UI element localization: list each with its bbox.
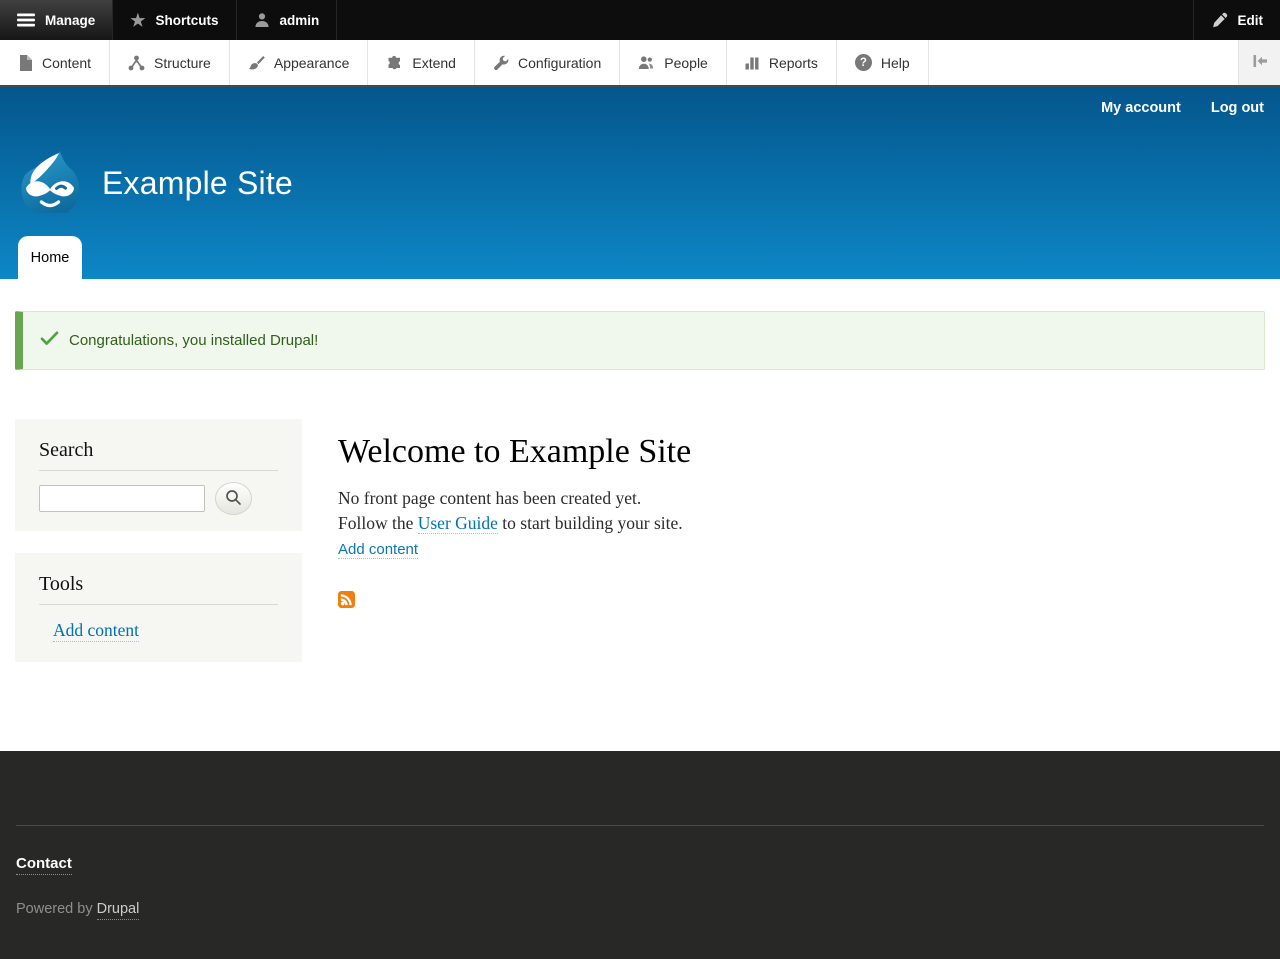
admin-toolbar: Manage ★ Shortcuts admin Edit: [0, 0, 1280, 40]
question-icon: ?: [854, 54, 872, 71]
secondary-menu: My account Log out: [1101, 100, 1264, 116]
powered-by: Powered by Drupal: [16, 901, 1264, 920]
tray-item-help[interactable]: ? Help: [837, 40, 929, 85]
contact-link[interactable]: Contact: [16, 855, 72, 875]
site-name[interactable]: Example Site: [102, 165, 293, 202]
tray-item-appearance[interactable]: Appearance: [230, 40, 369, 85]
sitemap-icon: [128, 55, 145, 71]
admin-user-label: admin: [279, 12, 320, 28]
site-footer: Contact Powered by Drupal: [0, 751, 1280, 959]
admin-toolbar-tray: Content Structure Appearance Extend Conf…: [0, 40, 1280, 87]
add-content-link[interactable]: Add content: [338, 541, 419, 559]
drupal-link[interactable]: Drupal: [96, 901, 140, 920]
tools-block: Tools Add content: [15, 553, 302, 662]
tab-home[interactable]: Home: [18, 236, 82, 279]
page-layout: Search Tools Add content Welcome to Exam…: [0, 419, 1280, 684]
tray-item-label: Reports: [768, 54, 818, 71]
toolbar-item-shortcuts[interactable]: ★ Shortcuts: [113, 0, 237, 40]
magnifier-icon: [224, 488, 243, 510]
tray-item-label: Appearance: [273, 54, 350, 71]
search-input[interactable]: [39, 485, 205, 512]
edit-button[interactable]: Edit: [1192, 0, 1280, 40]
search-submit-button[interactable]: [215, 482, 252, 515]
tray-item-label: Extend: [412, 54, 456, 71]
tray-item-label: People: [664, 54, 708, 71]
main-content-region: Congratulations, you installed Drupal! S…: [0, 279, 1280, 751]
rss-feed-link[interactable]: [338, 591, 355, 613]
content-area: Welcome to Example Site No front page co…: [338, 419, 1265, 613]
people-icon: [638, 55, 655, 71]
checkmark-icon: [40, 331, 59, 350]
wrench-icon: [493, 55, 509, 71]
puzzle-icon: [386, 55, 403, 71]
home-tab-label: Home: [30, 249, 70, 266]
hamburger-icon: [17, 13, 35, 27]
edit-label: Edit: [1237, 12, 1264, 28]
page-title: Welcome to Example Site: [338, 433, 692, 470]
tray-item-reports[interactable]: Reports: [727, 40, 837, 85]
barchart-icon: [745, 55, 760, 70]
log-out-link[interactable]: Log out: [1211, 100, 1264, 116]
footer-menu: Contact: [16, 855, 1264, 875]
line2-after: to start building your site.: [497, 512, 683, 533]
search-form: [39, 482, 278, 515]
tray-item-people[interactable]: People: [620, 40, 727, 85]
user-icon: [254, 12, 270, 28]
tray-item-configuration[interactable]: Configuration: [475, 40, 621, 85]
my-account-link[interactable]: My account: [1101, 100, 1181, 116]
paintbrush-icon: [248, 55, 265, 71]
pencil-icon: [1211, 12, 1228, 29]
rss-icon: [338, 591, 355, 612]
drupal-page: Manage ★ Shortcuts admin Edit Content St…: [0, 0, 1280, 959]
toolbar-item-manage[interactable]: Manage: [0, 0, 114, 40]
toolbar-collapse-button[interactable]: [1238, 40, 1280, 85]
empty-frontpage-text: No front page content has been created y…: [338, 486, 1265, 535]
druplicon-logo[interactable]: [18, 149, 82, 219]
sidebar-first: Search Tools Add content: [15, 419, 302, 684]
tray-item-label: Content: [42, 54, 92, 71]
star-icon: ★: [130, 10, 146, 30]
collapse-left-icon: [1252, 54, 1268, 71]
site-branding: Example Site: [18, 149, 293, 219]
tools-add-content-link[interactable]: Add content: [53, 620, 140, 642]
file-icon: [18, 54, 33, 71]
search-block: Search: [15, 419, 302, 531]
powered-by-text: Powered by: [16, 901, 97, 917]
tools-block-title: Tools: [39, 573, 278, 605]
user-guide-link[interactable]: User Guide: [417, 512, 498, 534]
line1-text: No front page content has been created y…: [338, 488, 642, 508]
footer-divider: [16, 825, 1264, 826]
manage-label: Manage: [45, 12, 96, 28]
status-message-text: Congratulations, you installed Drupal!: [69, 332, 319, 349]
tray-item-structure[interactable]: Structure: [110, 40, 230, 85]
line2-before: Follow the: [338, 512, 418, 533]
question-glyph: ?: [854, 54, 872, 71]
tray-item-label: Help: [880, 54, 910, 71]
tray-item-label: Configuration: [517, 54, 602, 71]
tray-item-label: Structure: [154, 54, 211, 71]
search-block-title: Search: [39, 439, 278, 471]
site-header: My account Log out Example Site Home: [0, 87, 1280, 279]
shortcuts-label: Shortcuts: [155, 12, 219, 28]
tray-item-content[interactable]: Content: [0, 40, 111, 85]
feed-row: [338, 591, 1265, 613]
status-message: Congratulations, you installed Drupal!: [15, 311, 1265, 370]
toolbar-item-admin-user[interactable]: admin: [237, 0, 338, 40]
tray-item-extend[interactable]: Extend: [368, 40, 475, 85]
